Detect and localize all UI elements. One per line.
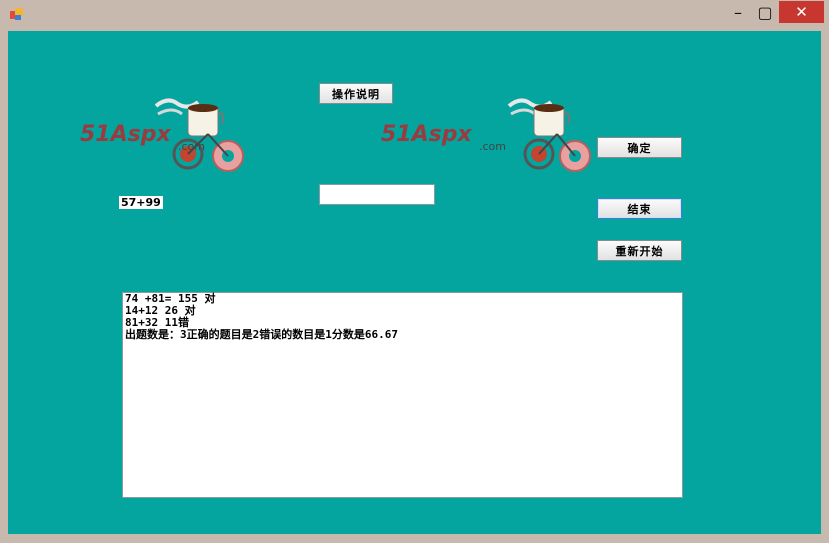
logo-51aspx-right: 51Aspx .com [381, 98, 591, 172]
answer-input[interactable] [319, 184, 435, 205]
logo-text: 51Aspx [80, 122, 171, 147]
logo-suffix: .com [178, 140, 205, 153]
restart-button[interactable]: 重新开始 [597, 240, 682, 261]
form-client-area: 51Aspx .com 51Aspx .com 操作说明 确定 结束 重新开始 … [8, 31, 821, 534]
question-label: 57+99 [119, 196, 163, 209]
logo-51aspx-left: 51Aspx .com [80, 98, 244, 172]
instructions-button[interactable]: 操作说明 [319, 83, 393, 104]
log-line: 14+12 26 对 [125, 304, 196, 317]
confirm-button[interactable]: 确定 [597, 137, 682, 158]
log-line: 出题数是：3正确的题目是2错误的数目是1分数是66.67 [125, 328, 398, 341]
app-icon [10, 8, 23, 20]
maximize-button[interactable]: ▢ [752, 1, 778, 23]
title-bar: – ▢ ✕ [0, 0, 829, 30]
logo-text: 51Aspx [381, 122, 472, 147]
close-button[interactable]: ✕ [779, 1, 824, 23]
end-button[interactable]: 结束 [597, 198, 682, 219]
log-line: 74 +81= 155 对 [125, 292, 216, 305]
minimize-button[interactable]: – [725, 1, 751, 23]
logo-suffix: .com [479, 140, 506, 153]
result-log-textarea[interactable]: 74 +81= 155 对 14+12 26 对 81+32 11错 出题数是：… [122, 292, 683, 498]
